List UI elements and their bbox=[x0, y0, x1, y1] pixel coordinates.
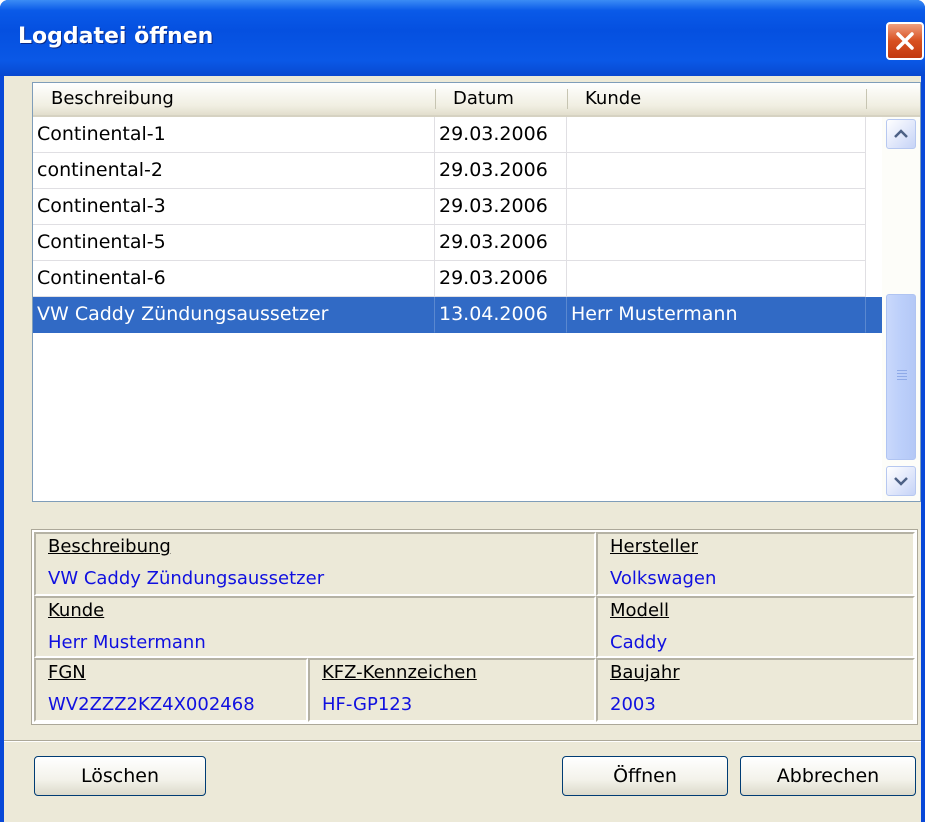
chevron-down-icon bbox=[894, 477, 908, 486]
details-panel: Beschreibung VW Caddy Zündungsaussetzer … bbox=[31, 529, 918, 725]
loeschen-button[interactable]: Löschen bbox=[34, 756, 206, 796]
label-hersteller: Hersteller bbox=[610, 536, 698, 557]
label-modell: Modell bbox=[610, 600, 670, 621]
field-beschreibung: Beschreibung VW Caddy Zündungsaussetzer bbox=[34, 532, 596, 596]
cell-datum: 13.04.2006 bbox=[435, 297, 567, 333]
cell-beschreibung: Continental-6 bbox=[33, 261, 435, 297]
dialog-window: Logdatei öffnen Beschreibung Datum Kunde… bbox=[0, 0, 925, 822]
table-row[interactable]: Continental-5 29.03.2006 bbox=[33, 225, 882, 261]
close-icon bbox=[896, 32, 914, 50]
label-baujahr: Baujahr bbox=[610, 662, 680, 683]
label-kfz-kennzeichen: KFZ-Kennzeichen bbox=[322, 662, 477, 683]
cell-beschreibung: continental-2 bbox=[33, 153, 435, 189]
table-row[interactable]: Continental-1 29.03.2006 bbox=[33, 117, 882, 153]
column-header-beschreibung[interactable]: Beschreibung bbox=[51, 83, 431, 115]
scroll-thumb[interactable] bbox=[886, 294, 916, 460]
cell-beschreibung: Continental-1 bbox=[33, 117, 435, 153]
cell-kunde bbox=[567, 117, 866, 153]
cell-kunde bbox=[567, 261, 866, 297]
scroll-down-button[interactable] bbox=[886, 466, 916, 496]
vertical-scrollbar[interactable] bbox=[882, 117, 920, 501]
oeffnen-button[interactable]: Öffnen bbox=[562, 756, 728, 796]
table-row-selected[interactable]: VW Caddy Zündungsaussetzer 13.04.2006 He… bbox=[33, 297, 882, 333]
value-kunde: Herr Mustermann bbox=[48, 632, 206, 653]
value-hersteller: Volkswagen bbox=[610, 568, 717, 589]
field-baujahr: Baujahr 2003 bbox=[596, 658, 915, 722]
dialog-title: Logdatei öffnen bbox=[18, 24, 214, 49]
column-divider[interactable] bbox=[567, 89, 568, 109]
column-divider[interactable] bbox=[866, 89, 867, 109]
column-header-datum[interactable]: Datum bbox=[453, 83, 563, 115]
column-header-kunde[interactable]: Kunde bbox=[585, 83, 865, 115]
value-modell: Caddy bbox=[610, 632, 668, 653]
column-divider[interactable] bbox=[435, 89, 436, 109]
chevron-up-icon bbox=[894, 129, 908, 138]
label-beschreibung: Beschreibung bbox=[48, 536, 171, 557]
label-kunde: Kunde bbox=[48, 600, 105, 621]
field-kfz-kennzeichen: KFZ-Kennzeichen HF-GP123 bbox=[308, 658, 596, 722]
cell-kunde bbox=[567, 225, 866, 261]
dialog-body: Beschreibung Datum Kunde Continental-1 2… bbox=[4, 76, 921, 822]
label-fgn: FGN bbox=[48, 662, 86, 683]
value-beschreibung: VW Caddy Zündungsaussetzer bbox=[48, 568, 325, 589]
field-modell: Modell Caddy bbox=[596, 596, 915, 658]
abbrechen-button[interactable]: Abbrechen bbox=[740, 756, 916, 796]
title-bar[interactable]: Logdatei öffnen bbox=[0, 0, 925, 76]
logfile-list[interactable]: Beschreibung Datum Kunde Continental-1 2… bbox=[32, 82, 921, 502]
list-header: Beschreibung Datum Kunde bbox=[33, 83, 920, 117]
value-fgn: WV2ZZZ2KZ4X002468 bbox=[48, 694, 255, 715]
cell-datum: 29.03.2006 bbox=[435, 189, 567, 225]
cell-beschreibung: Continental-5 bbox=[33, 225, 435, 261]
cell-datum: 29.03.2006 bbox=[435, 225, 567, 261]
cell-beschreibung: Continental-3 bbox=[33, 189, 435, 225]
cell-datum: 29.03.2006 bbox=[435, 261, 567, 297]
cell-beschreibung: VW Caddy Zündungsaussetzer bbox=[33, 297, 435, 333]
cell-kunde: Herr Mustermann bbox=[567, 297, 866, 333]
cell-kunde bbox=[567, 153, 866, 189]
separator bbox=[4, 741, 921, 742]
field-hersteller: Hersteller Volkswagen bbox=[596, 532, 915, 596]
close-button[interactable] bbox=[886, 22, 924, 60]
value-kfz-kennzeichen: HF-GP123 bbox=[322, 694, 413, 715]
cell-kunde bbox=[567, 189, 866, 225]
table-row[interactable]: Continental-3 29.03.2006 bbox=[33, 189, 882, 225]
cell-datum: 29.03.2006 bbox=[435, 153, 567, 189]
table-row[interactable]: Continental-6 29.03.2006 bbox=[33, 261, 882, 297]
table-row[interactable]: continental-2 29.03.2006 bbox=[33, 153, 882, 189]
value-baujahr: 2003 bbox=[610, 694, 656, 715]
field-kunde: Kunde Herr Mustermann bbox=[34, 596, 596, 658]
field-fgn: FGN WV2ZZZ2KZ4X002468 bbox=[34, 658, 308, 722]
scroll-up-button[interactable] bbox=[886, 119, 916, 149]
cell-datum: 29.03.2006 bbox=[435, 117, 567, 153]
